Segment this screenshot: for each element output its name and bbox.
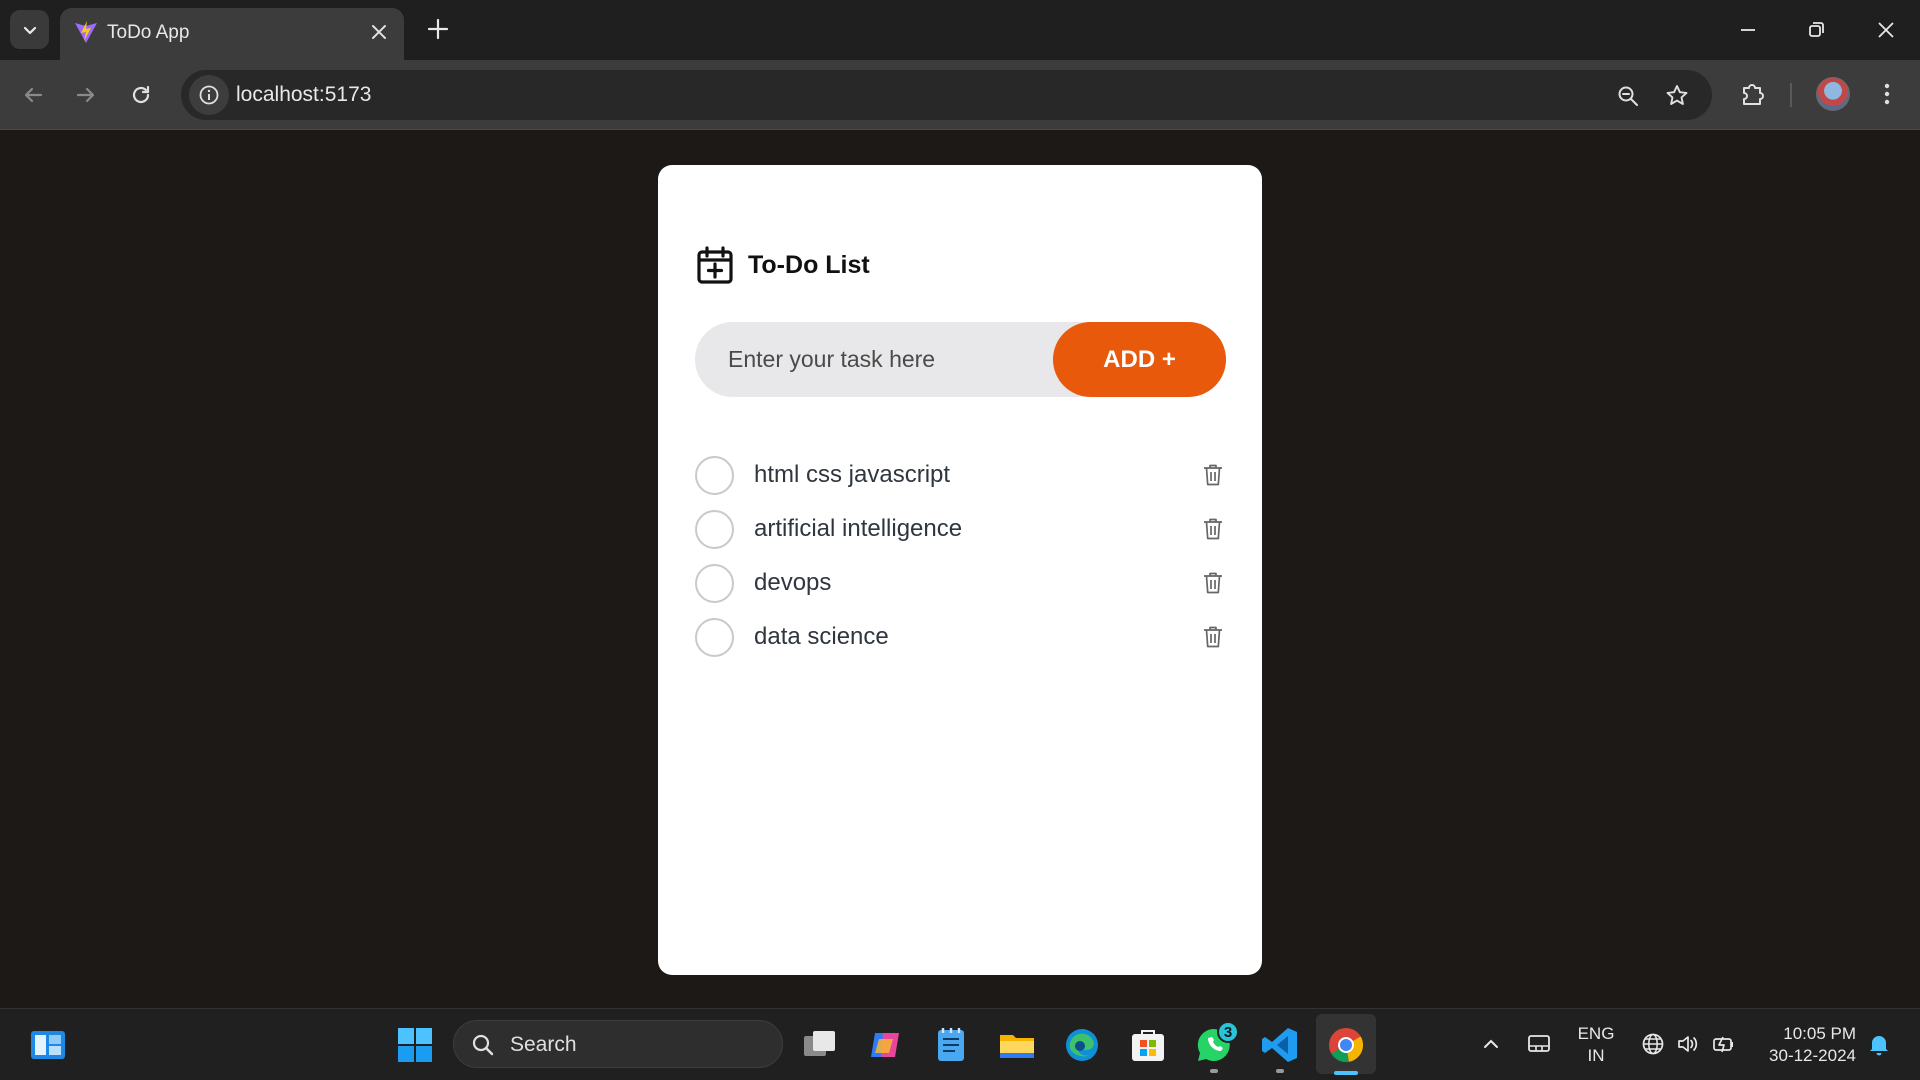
display-icon[interactable] <box>1526 1031 1552 1057</box>
url-text: localhost:5173 <box>236 83 372 106</box>
task-checkbox[interactable] <box>695 617 734 657</box>
network-globe-icon[interactable] <box>1640 1031 1666 1057</box>
task-label[interactable]: html css javascript <box>754 461 1202 489</box>
chevron-down-icon <box>23 26 36 34</box>
profile-avatar[interactable] <box>1816 77 1850 111</box>
volume-icon[interactable] <box>1675 1031 1701 1057</box>
task-item: html css javascript <box>695 448 1226 502</box>
edge-icon[interactable] <box>1062 1025 1102 1065</box>
vite-favicon-icon <box>75 21 97 43</box>
vscode-icon[interactable] <box>1260 1025 1300 1065</box>
reload-icon[interactable] <box>127 81 155 109</box>
zoom-icon[interactable] <box>1615 83 1641 109</box>
task-checkbox[interactable] <box>695 509 734 549</box>
page-title: To-Do List <box>748 250 870 279</box>
file-explorer-icon[interactable] <box>997 1025 1037 1065</box>
active-app-indicator <box>1334 1071 1358 1075</box>
region-code: IN <box>1587 1046 1605 1065</box>
language-indicator[interactable]: ENG IN <box>1576 1023 1616 1067</box>
delete-trash-icon[interactable] <box>1202 463 1224 487</box>
minimize-icon[interactable] <box>1734 16 1762 44</box>
windows-start-icon[interactable] <box>395 1025 435 1065</box>
notification-badge: 3 <box>1217 1021 1239 1043</box>
forward-arrow-icon[interactable] <box>72 81 100 109</box>
running-indicator <box>1276 1069 1284 1073</box>
delete-trash-icon[interactable] <box>1202 517 1224 541</box>
close-tab-icon[interactable] <box>367 20 391 44</box>
more-menu-icon[interactable] <box>1872 79 1902 109</box>
restore-icon[interactable] <box>1802 16 1830 44</box>
delete-trash-icon[interactable] <box>1202 571 1224 595</box>
extensions-icon[interactable] <box>1738 79 1768 109</box>
browser-tab[interactable]: ToDo App <box>60 8 404 60</box>
copilot-icon[interactable] <box>865 1025 905 1065</box>
close-window-icon[interactable] <box>1872 16 1900 44</box>
task-label[interactable]: devops <box>754 569 1202 597</box>
task-view-icon[interactable] <box>800 1025 840 1065</box>
site-info-button[interactable] <box>189 75 229 115</box>
running-indicator <box>1210 1069 1218 1073</box>
task-item: devops <box>695 556 1226 610</box>
task-item: artificial intelligence <box>695 502 1226 556</box>
task-item: data science <box>695 610 1226 664</box>
task-label[interactable]: artificial intelligence <box>754 515 1202 543</box>
todo-card: To-Do List ADD + html css javascript art… <box>658 165 1262 975</box>
bookmark-star-icon[interactable] <box>1664 83 1690 109</box>
browser-toolbar: localhost:5173 <box>0 60 1920 130</box>
chevron-up-icon[interactable] <box>1478 1031 1504 1057</box>
toolbar-divider <box>1790 83 1792 107</box>
add-task-button[interactable]: ADD + <box>1053 322 1226 397</box>
browser-tab-strip: ToDo App <box>0 0 1920 60</box>
tab-search-button[interactable] <box>10 10 49 49</box>
info-icon <box>199 85 219 105</box>
add-task-row: ADD + <box>695 322 1226 397</box>
clock-date: 30-12-2024 <box>1769 1046 1856 1065</box>
system-clock[interactable]: 10:05 PM 30-12-2024 <box>1756 1023 1856 1067</box>
task-checkbox[interactable] <box>695 563 734 603</box>
back-arrow-icon[interactable] <box>19 81 47 109</box>
search-icon <box>472 1034 494 1056</box>
clock-time: 10:05 PM <box>1783 1024 1856 1043</box>
delete-trash-icon[interactable] <box>1202 625 1224 649</box>
notepad-icon[interactable] <box>931 1025 971 1065</box>
battery-charging-icon[interactable] <box>1711 1031 1737 1057</box>
tab-title: ToDo App <box>107 22 190 43</box>
task-input[interactable] <box>695 322 1055 397</box>
taskbar: Search 3 ENG IN 10:05 PM 30-12-2024 <box>0 1008 1920 1080</box>
card-header: To-Do List <box>696 244 870 286</box>
taskbar-search[interactable]: Search <box>453 1020 783 1068</box>
chrome-icon[interactable] <box>1326 1025 1366 1065</box>
task-checkbox[interactable] <box>695 455 734 495</box>
task-list: html css javascript artificial intellige… <box>695 448 1226 664</box>
task-label[interactable]: data science <box>754 623 1202 651</box>
notification-bell-icon[interactable] <box>1866 1031 1892 1057</box>
new-tab-icon[interactable] <box>425 16 451 42</box>
search-label: Search <box>510 1033 577 1056</box>
microsoft-store-icon[interactable] <box>1128 1025 1168 1065</box>
calendar-plus-icon <box>697 246 733 284</box>
language-code: ENG <box>1577 1024 1615 1043</box>
address-bar[interactable]: localhost:5173 <box>181 70 1712 120</box>
widgets-icon[interactable] <box>28 1025 68 1065</box>
